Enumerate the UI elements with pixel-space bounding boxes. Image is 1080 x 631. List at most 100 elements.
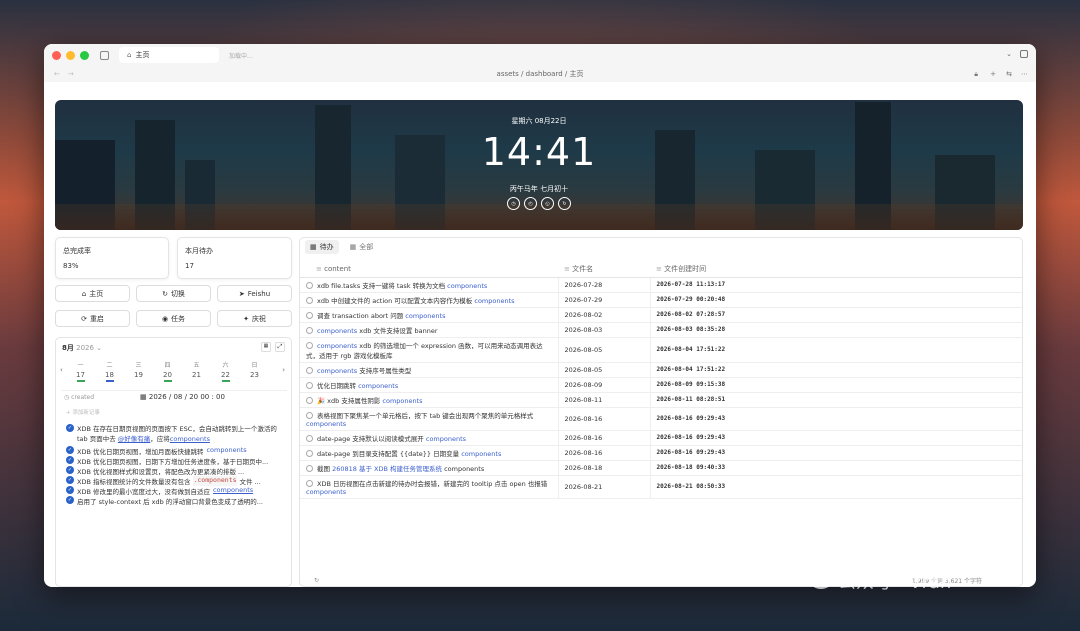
unchecked-circle-icon[interactable] <box>306 327 313 334</box>
table-row[interactable]: components 支持序号属性类型 2026-08-05 2026-08-04 … <box>300 362 1022 378</box>
breadcrumb[interactable]: assets / dashboard / 主页 <box>44 69 1036 79</box>
file-cell[interactable]: 2026-08-18 <box>558 460 651 476</box>
created-cell[interactable]: 2026-08-03 08:35:28 <box>650 322 1022 338</box>
layout-icon[interactable] <box>1020 50 1028 58</box>
row-link[interactable]: components <box>474 297 514 305</box>
table-row[interactable]: date-page 到目录支持配置 {{date}} 日期变量 componen… <box>300 445 1022 461</box>
content-cell[interactable]: date-page 支持默认以阅读模式展开 components <box>300 430 559 446</box>
task-item[interactable]: ✓ XDB 在存在日期页视图的页面按下 ESC，会自动跳转到上一个激活的 tab… <box>66 424 288 444</box>
created-cell[interactable]: 2026-08-16 09:29:43 <box>650 445 1022 461</box>
unchecked-circle-icon[interactable] <box>306 382 313 389</box>
file-cell[interactable]: 2026-08-11 <box>558 392 651 408</box>
task-button[interactable]: ◉ 任务 <box>136 310 211 327</box>
restart-button[interactable]: ⟳ 重启 <box>55 310 130 327</box>
content-cell[interactable]: 优化日期跳转 components <box>300 377 559 393</box>
row-link[interactable]: components <box>358 382 398 390</box>
tab-loading[interactable]: 加载中... <box>229 51 253 60</box>
calendar-day[interactable]: 四 20 <box>153 360 182 382</box>
table-row[interactable]: components xdb 文件支持设置 banner 2026-08-03 20… <box>300 322 1022 338</box>
row-link[interactable]: components <box>317 327 357 335</box>
calendar-icon[interactable]: ▦ <box>261 342 271 352</box>
task-item[interactable]: ✓ XDB 优化日期页视图，日期下方增加任务进度条，基于日期页中... <box>66 456 288 466</box>
row-link[interactable]: components <box>426 435 466 443</box>
refresh-icon[interactable]: ↻ <box>314 577 319 584</box>
row-link[interactable]: components <box>306 420 346 428</box>
chevron-down-icon[interactable]: ⌄ <box>96 344 102 352</box>
switch-button[interactable]: ↻ 切换 <box>136 285 211 302</box>
file-cell[interactable]: 2026-08-16 <box>558 407 651 431</box>
unchecked-circle-icon[interactable] <box>306 342 313 349</box>
created-cell[interactable]: 2026-08-04 17:51:22 <box>650 337 1022 363</box>
row-link[interactable]: components <box>382 397 422 405</box>
next-week-icon[interactable]: › <box>282 366 285 374</box>
checked-icon[interactable]: ✓ <box>66 446 74 454</box>
calendar-year[interactable]: 2026 <box>76 344 94 352</box>
file-cell[interactable]: 2026-08-09 <box>558 377 651 393</box>
content-cell[interactable]: XDB 日历视图在点击新建的待办时会报错，新建完的 tooltip 点击 ope… <box>300 475 559 499</box>
unchecked-circle-icon[interactable] <box>306 465 313 472</box>
more-icon[interactable]: ⋯ <box>1021 70 1028 78</box>
column-header-content[interactable]: ≡ content <box>300 261 558 278</box>
file-cell[interactable]: 2026-08-02 <box>558 307 651 323</box>
checked-icon[interactable]: ✓ <box>66 486 74 494</box>
file-cell[interactable]: 2026-08-16 <box>558 430 651 446</box>
sliders-icon[interactable]: ⇆ <box>1006 70 1012 78</box>
checked-icon[interactable]: ✓ <box>66 456 74 464</box>
table-row[interactable]: 截图 260818 基于 XDB 构建任务管理系统 components 2026… <box>300 460 1022 476</box>
stopwatch-icon[interactable]: ◴ <box>524 197 537 210</box>
created-cell[interactable]: 2026-07-28 11:13:17 <box>650 277 1022 293</box>
task-item[interactable]: ✓ XDB 指标视图统计的文件数量没有包含 .components 文件 ... <box>66 476 288 486</box>
tab-all[interactable]: ▦ 全部 <box>345 240 379 254</box>
file-cell[interactable]: 2026-08-05 <box>558 337 651 363</box>
plus-icon[interactable]: + <box>990 70 996 78</box>
calendar-day[interactable]: 日 23 <box>240 360 269 382</box>
row-link[interactable]: components <box>447 282 487 290</box>
column-header-created[interactable]: ≡ 文件创建时间 <box>650 261 1022 278</box>
calendar-day[interactable]: 三 19 <box>124 360 153 382</box>
row-link[interactable]: components <box>461 450 501 458</box>
created-cell[interactable]: 2026-08-02 07:28:57 <box>650 307 1022 323</box>
file-cell[interactable]: 2026-08-16 <box>558 445 651 461</box>
sidebar-toggle-icon[interactable] <box>100 50 109 60</box>
row-link[interactable]: components <box>317 367 357 375</box>
calendar-day[interactable]: 六 22 <box>211 360 240 382</box>
celebrate-button[interactable]: ✦ 庆祝 <box>217 310 292 327</box>
task-item[interactable]: ✓ XDB 优化日期页视图，增加月面板快捷跳转 components <box>66 446 288 456</box>
close-window-button[interactable] <box>52 50 61 60</box>
row-link[interactable]: components <box>306 488 346 496</box>
checked-icon[interactable]: ✓ <box>66 476 74 484</box>
feishu-button[interactable]: ➤ Feishu <box>217 285 292 302</box>
created-cell[interactable]: 2026-08-16 09:29:43 <box>650 407 1022 431</box>
unchecked-circle-icon[interactable] <box>306 450 313 457</box>
table-row[interactable]: xdb 中创建文件的 action 可以配置文本内容作为模板 component… <box>300 292 1022 308</box>
file-cell[interactable]: 2026-08-05 <box>558 362 651 378</box>
calendar-day[interactable]: 一 17 <box>66 360 95 382</box>
unchecked-circle-icon[interactable] <box>306 282 313 289</box>
tab-todo[interactable]: ▦ 待办 <box>305 239 339 254</box>
created-cell[interactable]: 2026-08-16 09:29:43 <box>650 430 1022 446</box>
task-item[interactable]: ✓ 启用了 style-context 后 xdb 的浮动窗口背景色变成了透明的… <box>66 496 288 506</box>
task-link[interactable]: @好像有痛 <box>118 435 151 443</box>
created-date[interactable]: ▦ 2026 / 08 / 20 00 : 00 <box>140 393 225 401</box>
lock-icon[interactable]: 🔒︎ <box>974 70 978 79</box>
created-cell[interactable]: 2026-08-11 08:28:51 <box>650 392 1022 408</box>
table-row[interactable]: components xdb 的筛选增加一个 expression 函数，可以用… <box>300 337 1022 363</box>
task-link2[interactable]: components <box>170 435 210 443</box>
file-cell[interactable]: 2026-07-29 <box>558 292 651 308</box>
unchecked-circle-icon[interactable] <box>306 412 313 419</box>
chevron-down-icon[interactable]: ⌄ <box>1006 50 1012 58</box>
home-button[interactable]: ⌂ 主页 <box>55 285 130 302</box>
created-cell[interactable]: 2026-07-29 00:20:48 <box>650 292 1022 308</box>
content-cell[interactable]: components xdb 的筛选增加一个 expression 函数，可以用… <box>300 337 559 363</box>
alarm-icon[interactable]: ◵ <box>541 197 554 210</box>
checked-icon[interactable]: ✓ <box>66 466 74 474</box>
reset-icon[interactable]: ↻ <box>558 197 571 210</box>
content-cell[interactable]: date-page 到目录支持配置 {{date}} 日期变量 componen… <box>300 445 559 461</box>
table-row[interactable]: xdb file.tasks 支持一键将 task 转换为文档 componen… <box>300 277 1022 293</box>
created-cell[interactable]: 2026-08-04 17:51:22 <box>650 362 1022 378</box>
content-cell[interactable]: components xdb 文件支持设置 banner <box>300 322 559 338</box>
content-cell[interactable]: xdb file.tasks 支持一键将 task 转换为文档 componen… <box>300 277 559 293</box>
content-cell[interactable]: xdb 中创建文件的 action 可以配置文本内容作为模板 component… <box>300 292 559 308</box>
table-row[interactable]: 优化日期跳转 components 2026-08-09 2026-08-09 09… <box>300 377 1022 393</box>
created-cell[interactable]: 2026-08-09 09:15:38 <box>650 377 1022 393</box>
